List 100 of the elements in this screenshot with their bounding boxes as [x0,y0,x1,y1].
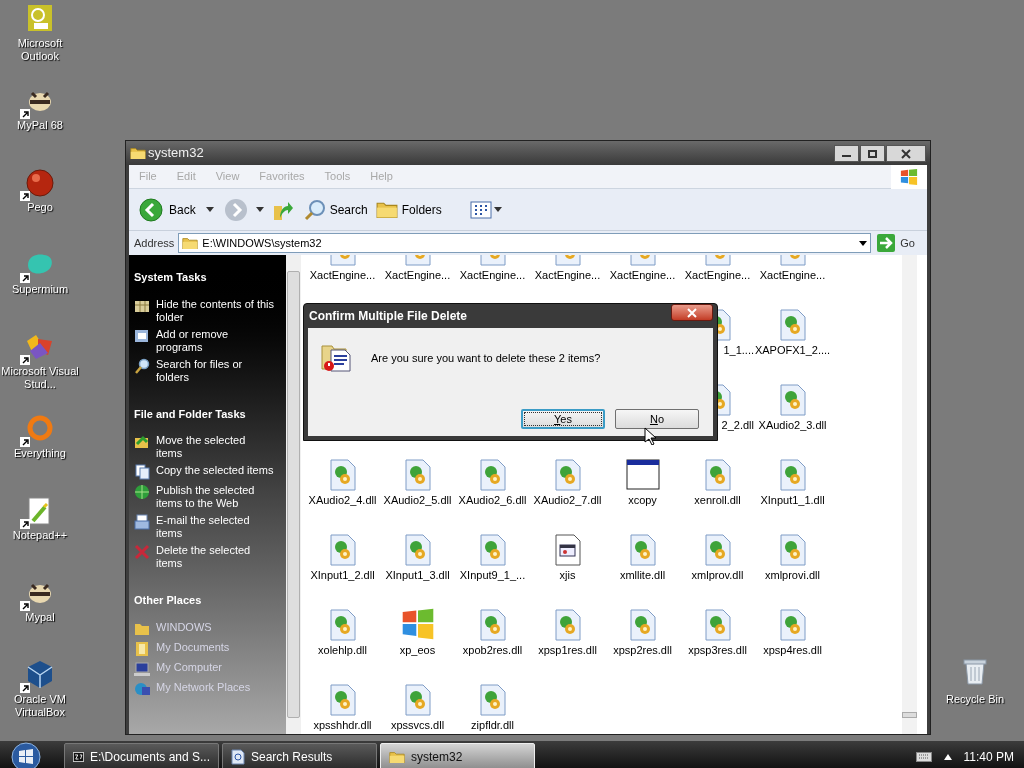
scrollbar[interactable] [286,255,301,734]
desktop-app-icon[interactable] [24,167,56,199]
caret-icon [859,240,868,246]
show-hidden-icons[interactable] [943,754,952,760]
dll-file-icon [479,684,506,716]
file-name[interactable]: xenroll.dll [694,494,741,507]
task-link[interactable]: E-mail the selected items [156,514,274,540]
file-name[interactable]: XInput1_3.dll [385,569,450,582]
task-link[interactable]: Search for files or folders [156,357,274,384]
mail-icon [134,514,150,530]
back-button[interactable]: Back [139,197,196,222]
file-name[interactable]: xmllite.dll [619,569,666,582]
file-name[interactable]: xpsp3res.dll [688,644,747,657]
file-name[interactable]: XAudio2_4.dll [308,494,377,507]
desktop-icon-label[interactable]: Supermium [0,283,80,296]
file-name[interactable]: xpsp1res.dll [538,644,597,657]
dll-file-icon [629,534,656,566]
dll-file-icon [329,459,356,491]
window-title: system32 [148,144,204,163]
task-link[interactable]: Move the selected items [156,434,274,460]
mouse-pointer-icon [644,427,656,445]
file-name[interactable]: XAudio2_5.dll [383,494,452,507]
dialog-button[interactable]: Yes [521,409,605,429]
task-link[interactable]: Add or remove programs [156,327,274,354]
file-name[interactable]: xpssvcs.dll [390,719,445,732]
dll-file-icon [704,459,731,491]
file-name[interactable]: XactEngine... [759,269,826,282]
file-name[interactable]: 1_1.... [723,344,755,357]
file-name[interactable]: XAudio2_7.dll [533,494,602,507]
close-button[interactable] [671,304,713,321]
file-name[interactable]: xpob2res.dll [462,644,523,657]
file-name[interactable]: XInput1_2.dll [310,569,375,582]
maximize-button[interactable] [860,145,885,162]
file-name[interactable]: XactEngine... [609,269,676,282]
file-name[interactable]: XAudio2_6.dll [458,494,527,507]
desktop-icon-label[interactable]: MyPal 68 [0,119,80,132]
file-name[interactable]: XactEngine... [534,269,601,282]
dll-file-icon [479,459,506,491]
caret-icon [205,207,214,212]
file-name[interactable]: xmlprovi.dll [765,569,820,582]
desktop-icon-label[interactable]: Microsoft Outlook [0,37,80,63]
file-name[interactable]: XInput1_1.dll [760,494,825,507]
file-name[interactable]: XactEngine... [684,269,751,282]
desktop-icon-label[interactable]: Oracle VM VirtualBox [0,693,80,719]
document-icon [554,534,581,566]
dll-file-icon [779,459,806,491]
windows-flag-icon [900,167,918,186]
clock[interactable]: 11:40 PM [963,748,1014,766]
desktop-icon-label[interactable]: Microsoft Visual Stud... [0,365,80,391]
keyboard-icon[interactable] [915,752,932,762]
desktop-icon-label[interactable]: Pego [0,201,80,214]
start-button[interactable] [8,741,44,768]
caret-icon [255,207,264,212]
dll-file-icon [779,534,806,566]
file-name[interactable]: xpsp4res.dll [763,644,822,657]
close-icon [901,148,911,159]
file-name[interactable]: xolehlp.dll [318,644,367,657]
desktop-icon-label[interactable]: Recycle Bin [945,691,1005,708]
delete-icon [134,544,150,560]
magnifier-icon [134,357,150,374]
desktop-icon-label[interactable]: Notepad++ [0,529,80,542]
dll-file-icon [704,534,731,566]
install-icon [134,327,150,344]
task-link[interactable]: Copy the selected items [156,464,274,477]
file-name[interactable]: XInput9_1_... [459,569,526,582]
folders-button[interactable]: Folders [375,200,442,219]
task-link[interactable]: Publish the selected items to the Web [156,484,274,510]
file-name[interactable]: xjis [559,569,576,582]
file-name[interactable]: zipfldr.dll [471,719,514,732]
file-name[interactable]: XactEngine... [459,269,526,282]
dll-file-icon [479,609,506,641]
minimize-button[interactable] [834,145,859,162]
file-name[interactable]: XactEngine... [384,269,451,282]
file-name[interactable]: 2_2.dll [721,419,755,432]
file-name[interactable]: xcopy [628,494,657,507]
dll-file-icon [779,609,806,641]
dialog-button[interactable]: No [615,409,699,429]
file-name[interactable]: xpsp2res.dll [613,644,672,657]
taskbar-button[interactable]: Search Results [222,743,377,768]
close-button[interactable] [886,145,926,162]
file-name[interactable]: xpsshhdr.dll [313,719,372,732]
file-name[interactable]: xmlprov.dll [691,569,744,582]
search-button[interactable]: Search [303,198,368,221]
go-button[interactable]: Go [875,234,923,252]
desktop-icon-label[interactable]: Everything [0,447,80,460]
file-name[interactable]: xp_eos [399,644,436,657]
task-link[interactable]: Delete the selected items [156,544,274,570]
dll-file-icon [704,609,731,641]
file-name[interactable]: XAudio2_3.dll [758,419,827,432]
file-name[interactable]: XAPOFX1_2.... [754,344,831,357]
views-button[interactable] [469,200,502,219]
archive-icon [73,750,84,764]
taskbar-button[interactable]: E:\Documents and S... [64,743,219,768]
network-icon [134,680,150,697]
address-field[interactable]: E:\WINDOWS\system32 [178,233,872,253]
taskbar-button[interactable]: system32 [380,743,535,768]
file-name[interactable]: XactEngine... [309,269,376,282]
desktop-icon-label[interactable]: Mypal [0,611,80,624]
scrollbar[interactable] [902,255,917,734]
task-link[interactable]: Hide the contents of this folder [156,297,274,324]
